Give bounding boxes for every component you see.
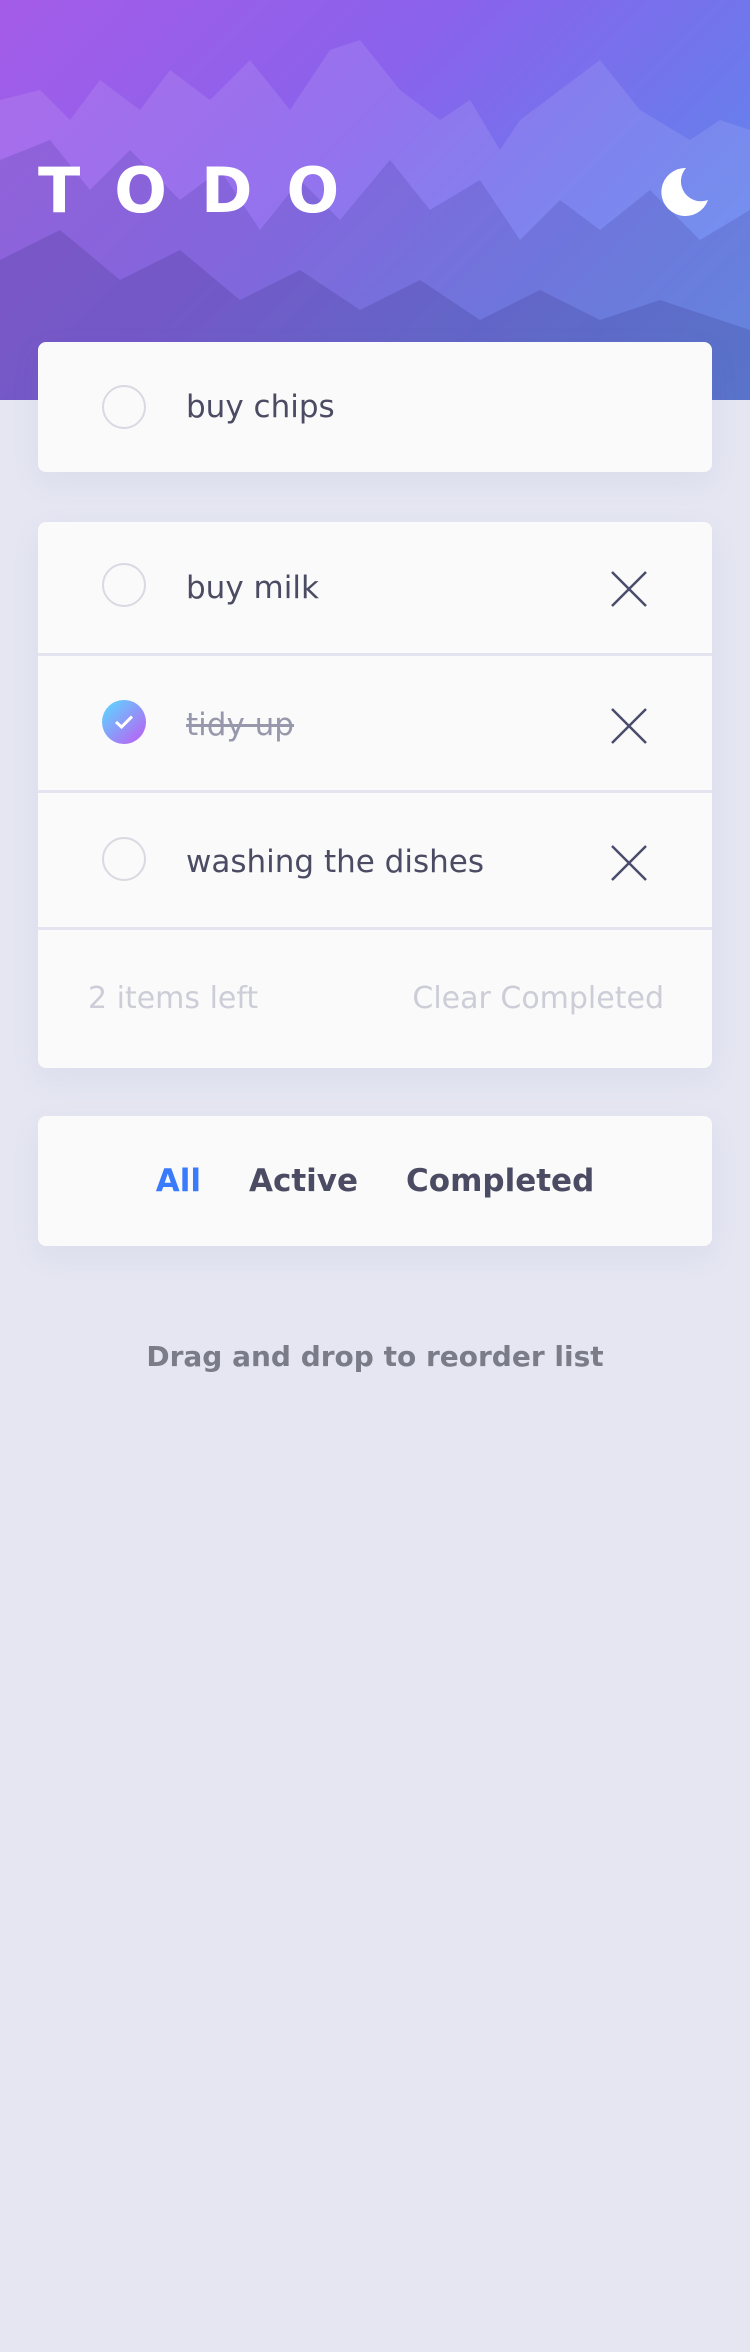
check-icon (115, 715, 133, 729)
list-footer: 2 items left Clear Completed (38, 933, 712, 1067)
new-todo-card (38, 342, 712, 472)
todo-list: buy milk tidy up washing the dishes 2 it… (38, 522, 712, 1068)
close-icon (611, 845, 647, 881)
header-background: TODO (0, 0, 750, 400)
moon-icon (661, 167, 708, 216)
clear-completed-button[interactable]: Clear Completed (412, 977, 664, 1021)
todo-item[interactable]: tidy up (38, 659, 712, 793)
new-todo-input[interactable] (186, 380, 666, 434)
items-left-count: 2 items left (88, 981, 259, 1016)
close-icon (611, 571, 647, 607)
todo-text: buy milk (186, 570, 319, 606)
todo-item[interactable]: washing the dishes (38, 796, 712, 930)
filter-all[interactable]: All (156, 1163, 201, 1199)
todo-text: tidy up (186, 707, 294, 743)
todo-checkbox-checked[interactable] (102, 700, 146, 744)
filter-active[interactable]: Active (249, 1163, 358, 1199)
drag-hint: Drag and drop to reorder list (146, 1340, 604, 1373)
new-todo-checkbox[interactable] (102, 385, 146, 429)
todo-text: washing the dishes (186, 844, 484, 880)
close-icon (611, 708, 647, 744)
theme-toggle-button[interactable] (656, 164, 712, 220)
todo-checkbox[interactable] (102, 563, 146, 607)
todo-checkbox[interactable] (102, 837, 146, 881)
app-title: TODO (38, 154, 374, 227)
delete-button[interactable] (604, 701, 654, 751)
filter-completed[interactable]: Completed (406, 1163, 594, 1199)
todo-item[interactable]: buy milk (38, 522, 712, 656)
delete-button[interactable] (604, 564, 654, 614)
delete-button[interactable] (604, 838, 654, 888)
filter-bar: All Active Completed (38, 1116, 712, 1246)
